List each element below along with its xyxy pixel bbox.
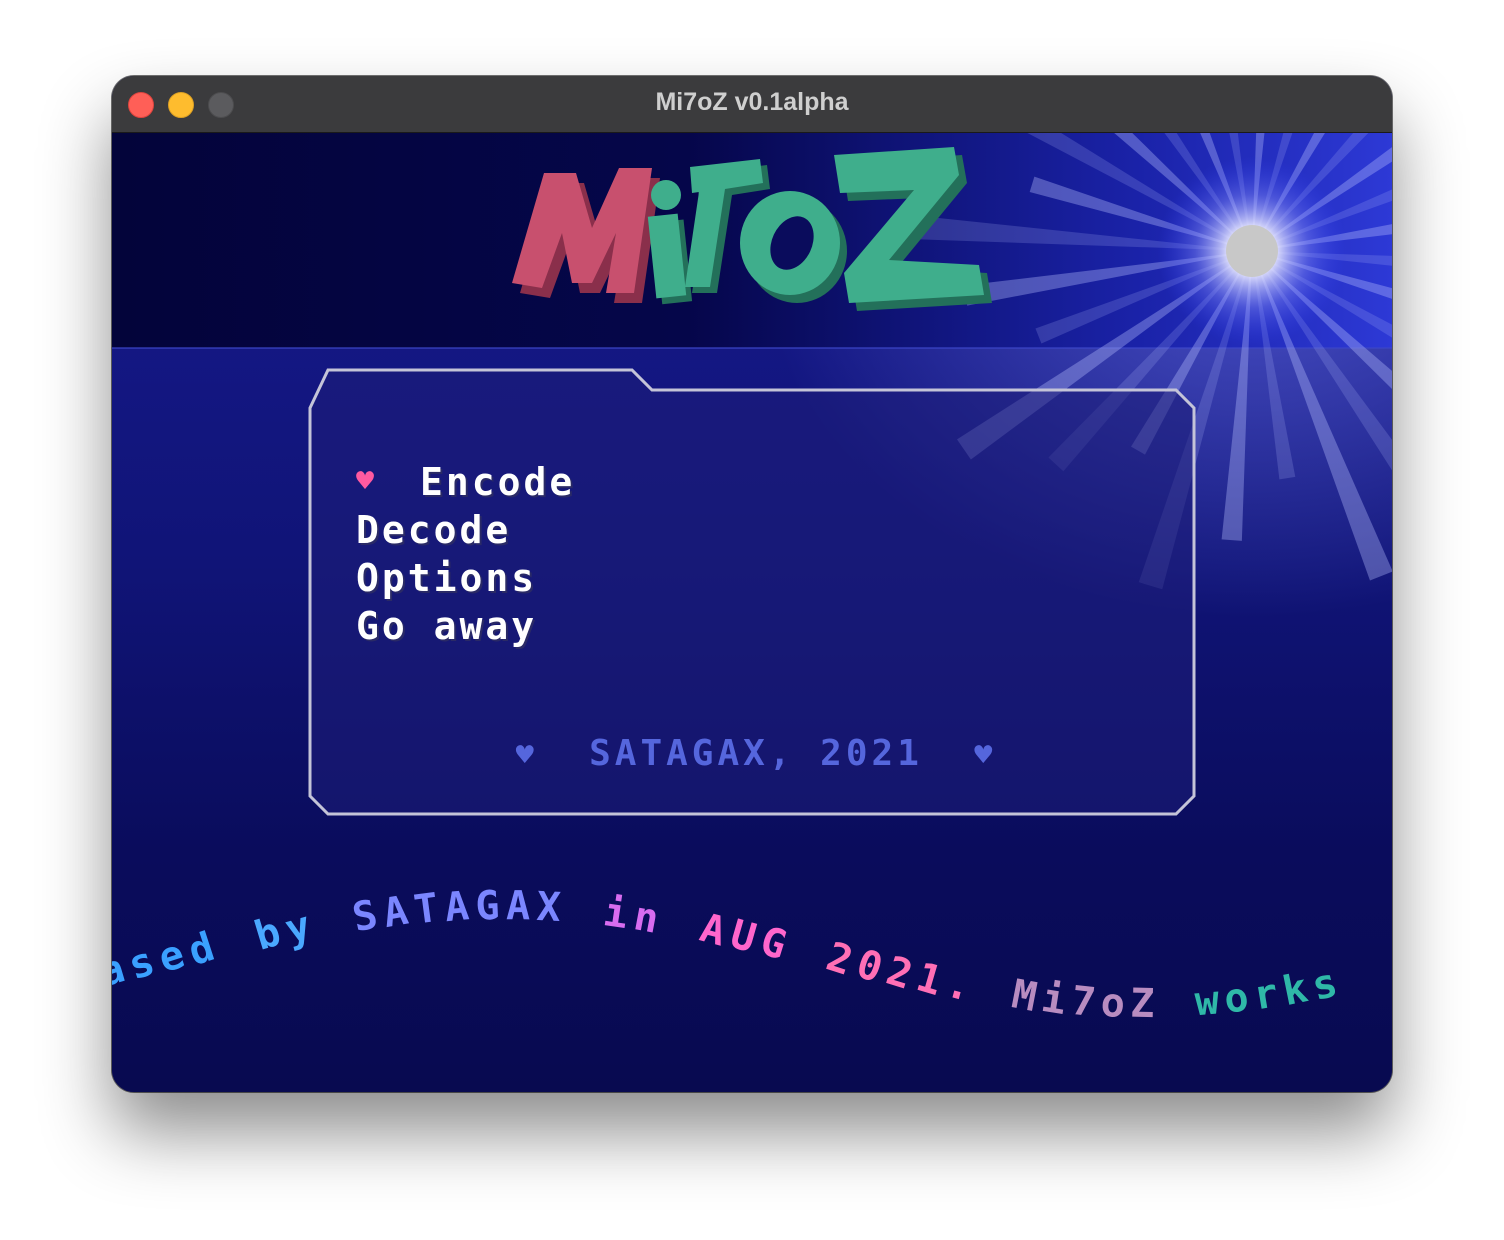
heart-icon: ♥	[515, 738, 538, 773]
scroller-word: SA T A G A X	[349, 883, 562, 942]
scroller-word: by	[250, 903, 316, 960]
scroller-char: 2	[881, 948, 918, 999]
scroller-char: M	[1008, 971, 1040, 1021]
menu-item-label: Encode	[420, 460, 576, 504]
scroller-word: ased	[112, 924, 220, 996]
main-menu: ♥ Encode Decode Options Go away	[356, 458, 575, 650]
app-window: Mi7oZ v0.1alpha ♥ Encode Decode Options …	[112, 76, 1392, 1092]
menu-item-decode[interactable]: Decode	[356, 506, 575, 554]
title-bar[interactable]: Mi7oZ v0.1alpha	[112, 76, 1392, 133]
scroller-char: U	[725, 911, 761, 962]
menu-item-label: Go away	[356, 604, 538, 648]
game-canvas[interactable]: ♥ Encode Decode Options Go away ♥ SATAGAX…	[112, 133, 1392, 1092]
scroller-char: A	[695, 905, 730, 956]
scroller-char: A	[506, 883, 530, 929]
scroller-char: r	[1250, 970, 1281, 1019]
scroller-char: X	[536, 884, 562, 931]
credit-line: ♥ SATAGAX, 2021 ♥	[476, 733, 1036, 774]
scroller-char: w	[1193, 977, 1222, 1025]
scroller-word: AUG	[695, 905, 791, 969]
scroller-char: y	[280, 903, 316, 954]
logo-letter-o	[740, 191, 847, 303]
scroller-char: A	[443, 883, 471, 931]
scroller-char: k	[1279, 965, 1312, 1015]
scroller-char: 1	[911, 954, 947, 1005]
scroller-word: w orks	[1193, 960, 1342, 1025]
logo-letter-z	[834, 147, 992, 311]
logo-letter-m	[512, 168, 660, 303]
scroller-char: S	[349, 891, 382, 941]
scroller-word: 2021.	[821, 934, 977, 1011]
menu-item-options[interactable]: Options	[356, 554, 575, 602]
menu-item-label: Options	[356, 556, 538, 600]
scroller-char: d	[183, 924, 220, 975]
scroller-char: 7	[1069, 978, 1098, 1026]
scroller-word: in	[601, 889, 663, 943]
scroller-char: G	[474, 883, 500, 930]
scroller-char: A	[380, 888, 412, 937]
scroller-char: Z	[1130, 981, 1155, 1027]
scroller-word: Mi 7 o Z	[1008, 971, 1155, 1027]
scroller-char: i	[1038, 975, 1069, 1024]
menu-item-encode[interactable]: ♥ Encode	[356, 458, 575, 506]
scroller-char: o	[1099, 980, 1126, 1028]
window-title: Mi7oZ v0.1alpha	[655, 88, 849, 116]
scroller-char: b	[250, 909, 286, 960]
heart-icon: ♥	[974, 738, 997, 773]
heart-icon: ♥	[356, 464, 378, 499]
scroller-char: .	[941, 960, 976, 1011]
credit-text: SATAGAX, 2021	[589, 733, 923, 774]
scroller-char: G	[755, 918, 792, 969]
menu-item-go-away[interactable]: Go away	[356, 602, 575, 650]
menu-item-label: Decode	[356, 508, 512, 552]
scroller-char: o	[1222, 974, 1252, 1023]
game-logo	[512, 147, 992, 311]
scroller-char: T	[411, 885, 441, 934]
scroller-char: i	[601, 889, 631, 938]
sine-scroller: ased by SA T A G A Xi n AUG 2021. Mi 7 o Zw orks	[112, 883, 1342, 1028]
scroller-char: n	[630, 893, 662, 943]
scroller-char: s	[1308, 960, 1342, 1010]
